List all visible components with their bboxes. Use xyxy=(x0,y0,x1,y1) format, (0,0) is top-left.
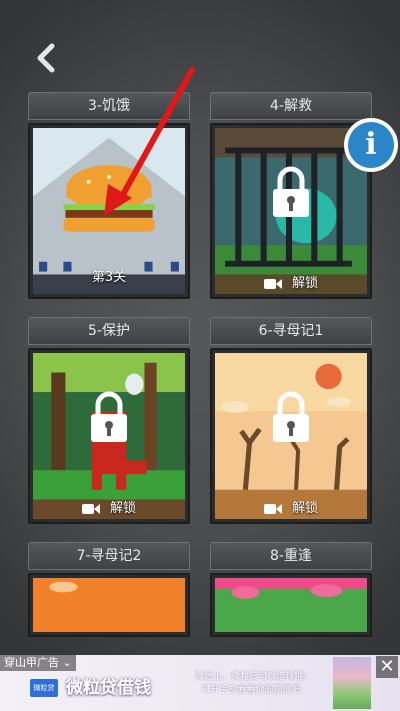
ad-thumbnail xyxy=(333,657,371,709)
level-scene-sunset xyxy=(33,578,185,632)
unlock-row[interactable]: 解锁 xyxy=(30,497,188,516)
level-card-8[interactable]: 8-重逢 xyxy=(210,542,372,637)
level-card-3[interactable]: 3-饥饿 第3关 xyxy=(28,92,190,299)
level-title: 8-重逢 xyxy=(210,542,372,570)
ad-source-label[interactable]: 穿山甲广告 ⌄ xyxy=(0,655,76,671)
unlock-label: 解锁 xyxy=(291,276,318,291)
level-card-6[interactable]: 6-寻母记1 解锁 xyxy=(210,317,372,524)
ad-banner[interactable]: 穿山甲广告 ⌄ 微粒贷 微粒贷借钱 微信上，微粒贷可以借钱啦! 打开手机看看你的… xyxy=(0,655,400,711)
unlock-row[interactable]: 解锁 xyxy=(212,272,370,291)
unlock-row[interactable]: 解锁 xyxy=(212,497,370,516)
level-scene-flowers xyxy=(215,578,367,632)
lock-icon xyxy=(273,166,309,217)
info-button[interactable]: i xyxy=(344,118,398,172)
video-icon xyxy=(81,503,100,514)
ad-close-button[interactable]: ✕ xyxy=(376,656,398,678)
back-button[interactable] xyxy=(30,40,66,76)
chevron-down-icon: ⌄ xyxy=(62,656,72,669)
unlock-label: 解锁 xyxy=(291,501,318,516)
info-icon: i xyxy=(348,122,394,168)
level-title: 6-寻母记1 xyxy=(210,317,372,345)
video-icon xyxy=(263,278,282,289)
ad-description: 微信上，微粒贷可以借钱啦! 打开手机看看你的额度吧 xyxy=(195,672,307,695)
ad-title: 微粒贷借钱 xyxy=(66,678,151,698)
level-card-7[interactable]: 7-寻母记2 xyxy=(28,542,190,637)
lock-icon xyxy=(273,391,309,442)
level-card-4[interactable]: 4-解救 解锁 xyxy=(210,92,372,299)
level-status-label: 第3关 xyxy=(91,270,127,285)
chevron-left-icon xyxy=(37,43,55,73)
unlock-label: 解锁 xyxy=(109,501,136,516)
level-title: 7-寻母记2 xyxy=(28,542,190,570)
ad-logo: 微粒贷 xyxy=(30,679,58,697)
video-icon xyxy=(263,503,282,514)
level-title: 5-保护 xyxy=(28,317,190,345)
lock-icon xyxy=(91,391,127,442)
level-title: 4-解救 xyxy=(210,92,372,120)
level-card-5[interactable]: 5-保护 解锁 xyxy=(28,317,190,524)
level-title: 3-饥饿 xyxy=(28,92,190,120)
